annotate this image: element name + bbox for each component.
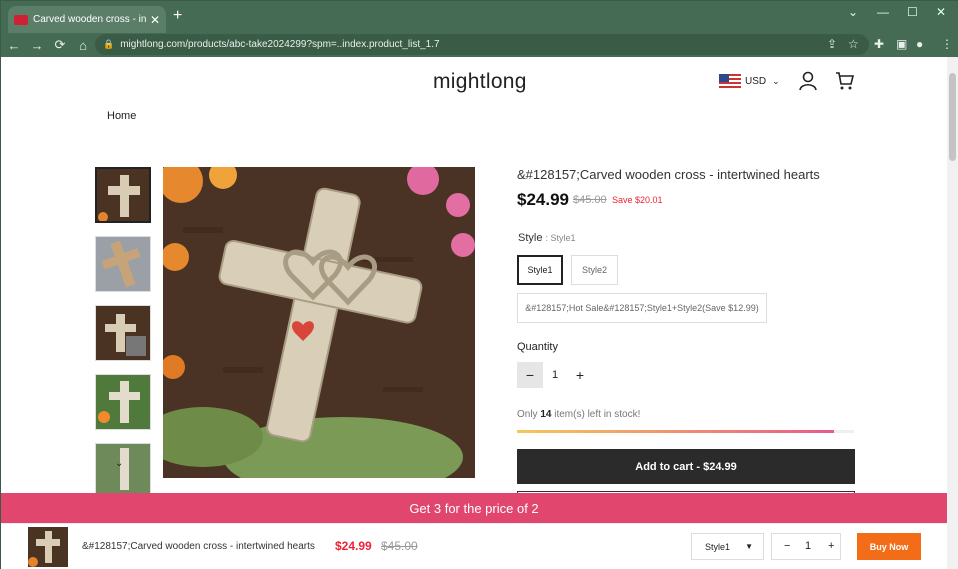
url-text: mightlong.com/products/abc-take2024299?s… (120, 39, 440, 50)
side-panel-icon[interactable]: ▣ (896, 37, 907, 51)
save-amount: Save $20.01 (612, 195, 663, 205)
currency-label: USD (745, 75, 767, 87)
thumbnail-3[interactable] (95, 305, 151, 361)
scrollbar[interactable] (947, 57, 958, 569)
sticky-product-title: &#128157;Carved wooden cross - intertwin… (82, 541, 315, 552)
currency-selector[interactable]: USD ⌄ (719, 74, 780, 88)
home-icon[interactable]: ⌂ (73, 38, 93, 53)
thumbnail-4[interactable] (95, 374, 151, 430)
reload-icon[interactable]: ⟳ (50, 37, 70, 53)
close-tab-icon[interactable]: ✕ (150, 13, 160, 27)
address-bar-row: ← → ⟳ ⌂ 🔒 mightlong.com/products/abc-tak… (1, 33, 958, 57)
sticky-add-to-cart-bar: &#128157;Carved wooden cross - intertwin… (1, 523, 947, 569)
account-icon[interactable] (798, 71, 818, 91)
style-label-text: Style (518, 232, 543, 244)
sticky-style-value: Style1 (705, 541, 731, 552)
web-page: mightlong USD ⌄ Home ⌄ &#128157;Carved w… (1, 57, 947, 569)
promo-banner[interactable]: Get 3 for the price of 2 (1, 493, 947, 523)
quantity-decrease-button[interactable]: − (517, 362, 543, 388)
tab-strip: Carved wooden cross - intertwi ✕ + ⌄ — ☐… (1, 1, 958, 33)
sticky-quantity-value[interactable]: 1 (805, 540, 811, 552)
extensions-icon[interactable]: ✚ (874, 37, 884, 51)
stock-suffix: item(s) left in stock! (551, 409, 641, 420)
star-icon[interactable]: ☆ (848, 37, 859, 51)
caret-down-icon: ▼ (745, 542, 753, 551)
forward-icon[interactable]: → (27, 38, 47, 53)
us-flag-icon (719, 74, 741, 88)
thumbnail-1[interactable] (95, 167, 151, 223)
quantity-value[interactable]: 1 (542, 362, 568, 388)
sticky-style-select[interactable]: Style1 ▼ (691, 533, 764, 560)
sticky-price: $24.99 (335, 539, 372, 553)
stock-progress-fill (517, 430, 834, 433)
address-bar[interactable]: 🔒 mightlong.com/products/abc-take2024299… (95, 34, 869, 55)
sticky-increase-button[interactable]: + (828, 540, 834, 552)
style-option-2[interactable]: Style2 (571, 255, 618, 285)
style-option-1[interactable]: Style1 (517, 255, 563, 285)
thumbnail-2[interactable] (95, 236, 151, 292)
tab-title: Carved wooden cross - intertwi (33, 14, 146, 25)
stock-prefix: Only (517, 409, 541, 420)
profile-icon[interactable]: ● (916, 37, 923, 51)
share-icon[interactable]: ⇪ (827, 37, 837, 51)
cart-icon[interactable] (835, 71, 855, 91)
sticky-original-price: $45.00 (381, 539, 418, 553)
quantity-increase-button[interactable]: + (567, 362, 593, 388)
buy-now-button[interactable]: Buy Now (857, 533, 921, 560)
product-title: &#128157;Carved wooden cross - intertwin… (517, 167, 820, 182)
quantity-label: Quantity (517, 341, 558, 353)
gallery-down-arrow-icon[interactable]: ⌄ (115, 458, 123, 469)
add-to-cart-button[interactable]: Add to cart - $24.99 (517, 449, 855, 484)
thumbnail-5[interactable] (95, 443, 151, 499)
breadcrumb-home[interactable]: Home (107, 110, 136, 122)
stock-notice: Only 14 item(s) left in stock! (517, 409, 640, 420)
stock-progress-bar (517, 430, 854, 433)
site-logo[interactable]: mightlong (433, 70, 527, 94)
sticky-quantity-stepper: − 1 + (771, 533, 841, 560)
lock-icon: 🔒 (103, 39, 115, 49)
close-window-icon[interactable]: ✕ (936, 5, 946, 19)
chevron-down-icon[interactable]: ⌄ (848, 5, 858, 19)
scrollbar-thumb[interactable] (949, 73, 956, 161)
main-product-image[interactable] (163, 167, 475, 478)
sticky-decrease-button[interactable]: − (784, 540, 790, 552)
chevron-down-icon: ⌄ (772, 75, 780, 86)
favicon-icon (14, 14, 28, 25)
product-price: $24.99 (517, 190, 569, 209)
new-tab-button[interactable]: + (173, 7, 182, 25)
minimize-icon[interactable]: — (877, 5, 889, 19)
menu-icon[interactable]: ⋮ (941, 37, 953, 51)
style-label: Style : Style1 (518, 232, 576, 244)
sticky-product-thumbnail (28, 527, 68, 567)
stock-count: 14 (540, 409, 552, 420)
style-selected-value: : Style1 (545, 233, 576, 243)
maximize-icon[interactable]: ☐ (907, 5, 918, 19)
back-icon[interactable]: ← (4, 38, 24, 53)
style-option-bundle[interactable]: &#128157;Hot Sale&#128157;Style1+Style2(… (517, 293, 767, 323)
active-tab[interactable]: Carved wooden cross - intertwi ✕ (8, 6, 166, 33)
browser-window: Carved wooden cross - intertwi ✕ + ⌄ — ☐… (0, 0, 958, 569)
original-price: $45.00 (573, 194, 607, 206)
